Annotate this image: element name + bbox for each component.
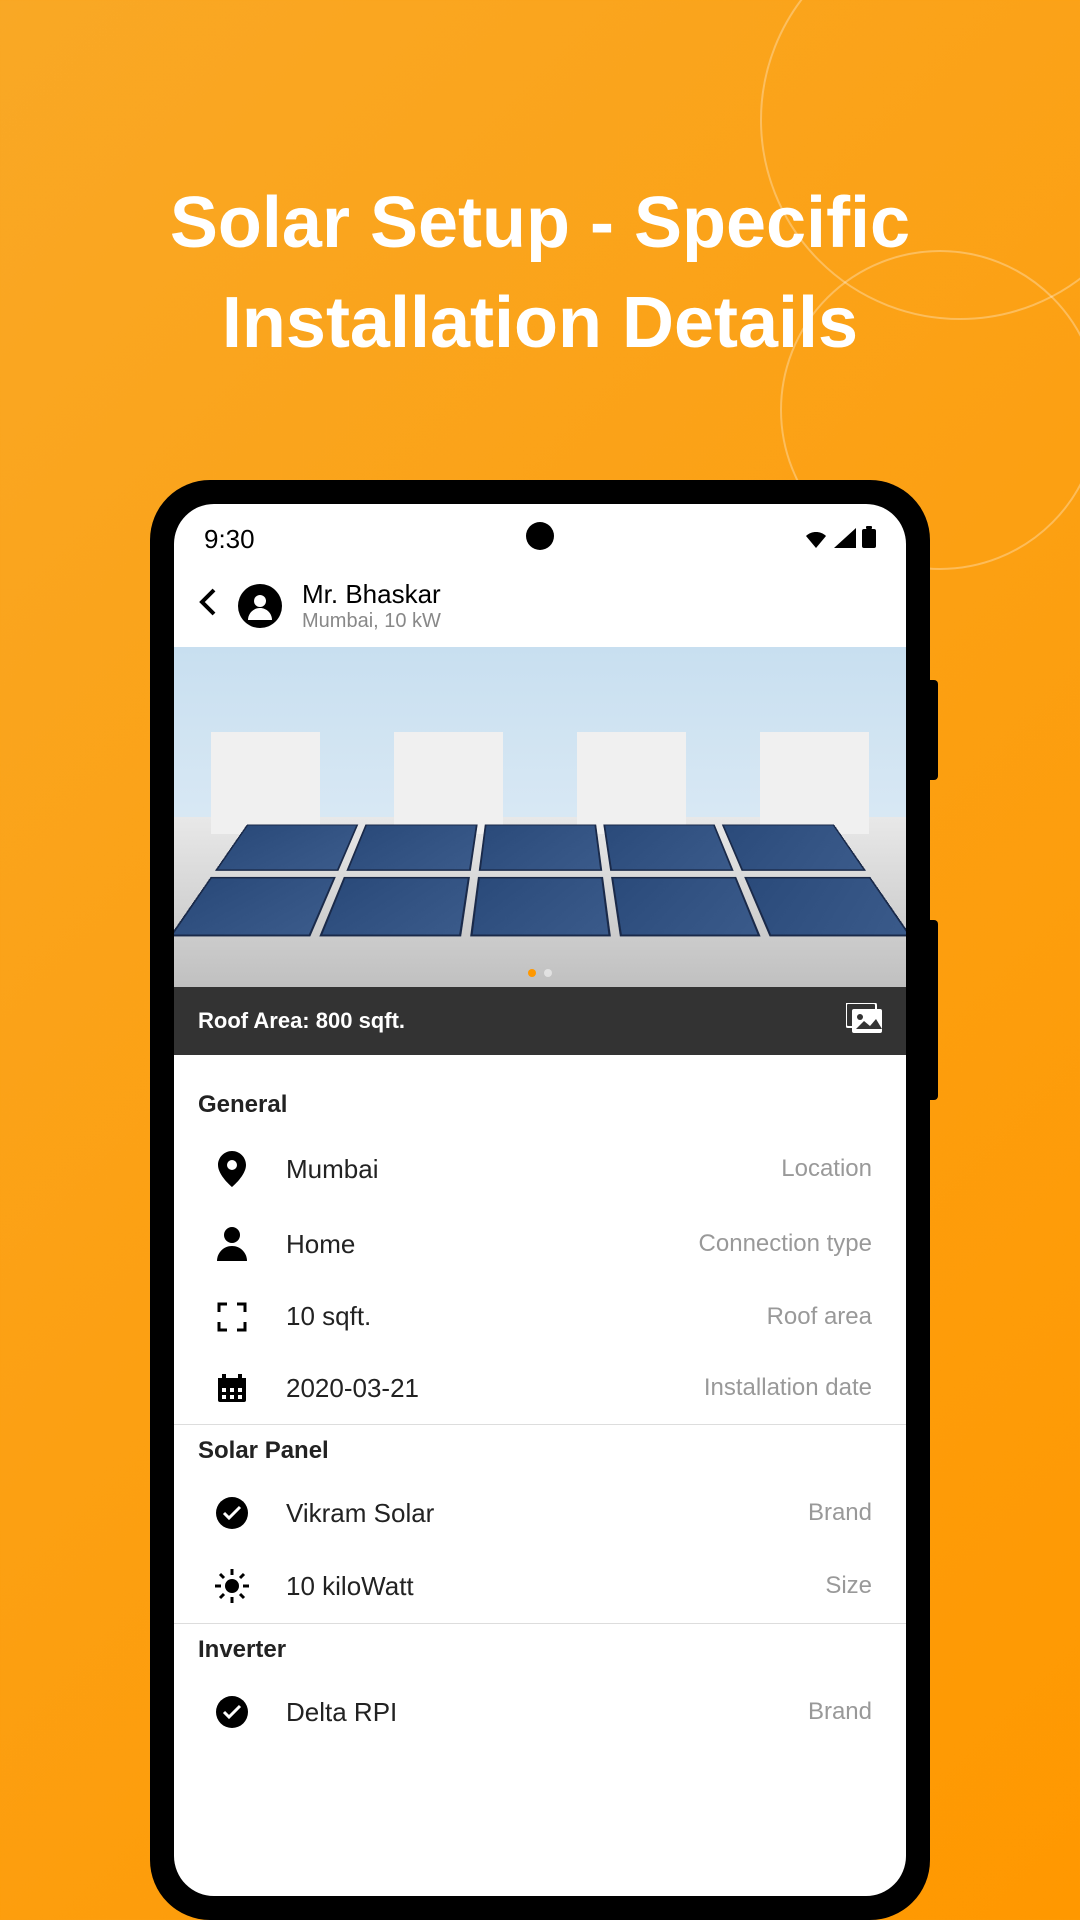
section-title-general: General <box>198 1079 882 1131</box>
user-avatar[interactable] <box>238 584 282 628</box>
connection-type-value: Home <box>286 1229 669 1260</box>
phone-side-button <box>930 680 938 780</box>
person-icon <box>208 1227 256 1261</box>
phone-side-button <box>930 920 938 1100</box>
panel-size-value: 10 kiloWatt <box>286 1571 795 1602</box>
marketing-headline-line1: Solar Setup - Specific <box>170 180 910 266</box>
phone-device-frame: 9:30 Mr. Bhaskar Mu <box>150 480 930 1920</box>
carousel-indicator <box>528 969 552 977</box>
detail-row-installation-date: 2020-03-21 Installation date <box>198 1352 882 1424</box>
app-header: Mr. Bhaskar Mumbai, 10 kW <box>174 565 906 647</box>
signal-icon <box>834 524 856 555</box>
check-circle-icon <box>208 1497 256 1529</box>
roof-area-text: Roof Area: 800 sqft. <box>198 1008 405 1034</box>
panel-size-label: Size <box>825 1572 872 1600</box>
detail-row-panel-brand: Vikram Solar Brand <box>198 1477 882 1549</box>
roof-area-info-strip: Roof Area: 800 sqft. <box>174 987 906 1055</box>
back-button[interactable] <box>198 585 218 627</box>
inverter-brand-value: Delta RPI <box>286 1697 778 1728</box>
detail-row-connection-type: Home Connection type <box>198 1207 882 1281</box>
battery-icon <box>862 524 876 555</box>
roof-area-value: 10 sqft. <box>286 1301 737 1332</box>
status-icons <box>804 524 876 555</box>
header-text: Mr. Bhaskar Mumbai, 10 kW <box>302 579 882 633</box>
panel-brand-label: Brand <box>808 1499 872 1527</box>
location-value: Mumbai <box>286 1154 751 1185</box>
marketing-headline-line2: Installation Details <box>222 280 858 366</box>
detail-row-inverter-brand: Delta RPI Brand <box>198 1676 882 1748</box>
user-name: Mr. Bhaskar <box>302 579 882 610</box>
camera-notch <box>526 522 554 550</box>
user-location-capacity: Mumbai, 10 kW <box>302 610 882 633</box>
roof-area-label: Roof area <box>767 1303 872 1331</box>
location-pin-icon <box>208 1151 256 1187</box>
installation-date-label: Installation date <box>704 1374 872 1402</box>
phone-screen: 9:30 Mr. Bhaskar Mu <box>174 504 906 1896</box>
installation-date-value: 2020-03-21 <box>286 1373 674 1404</box>
installation-photo[interactable] <box>174 647 906 987</box>
sun-icon <box>208 1569 256 1603</box>
gallery-icon[interactable] <box>846 1003 882 1039</box>
connection-type-label: Connection type <box>699 1230 872 1258</box>
status-time: 9:30 <box>204 524 255 555</box>
check-circle-icon <box>208 1696 256 1728</box>
detail-row-location: Mumbai Location <box>198 1131 882 1207</box>
detail-row-roof-area: 10 sqft. Roof area <box>198 1281 882 1352</box>
location-label: Location <box>781 1155 872 1183</box>
inverter-brand-label: Brand <box>808 1698 872 1726</box>
calendar-icon <box>208 1372 256 1404</box>
section-title-solar-panel: Solar Panel <box>198 1425 882 1477</box>
details-content: General Mumbai Location Home Connection … <box>174 1055 906 1772</box>
expand-icon <box>208 1302 256 1332</box>
section-title-inverter: Inverter <box>198 1624 882 1676</box>
detail-row-panel-size: 10 kiloWatt Size <box>198 1549 882 1623</box>
wifi-icon <box>804 524 828 555</box>
panel-brand-value: Vikram Solar <box>286 1498 778 1529</box>
